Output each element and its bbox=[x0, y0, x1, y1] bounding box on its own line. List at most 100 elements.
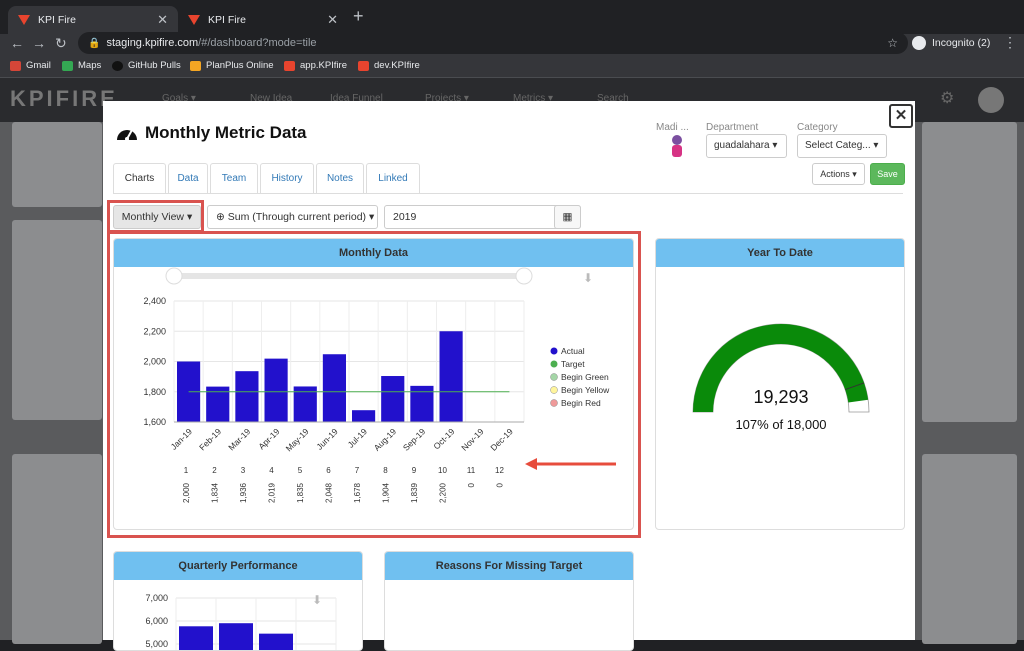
department-label: Department bbox=[706, 122, 759, 133]
planplus-icon bbox=[190, 60, 201, 71]
tab-data[interactable]: Data bbox=[168, 163, 208, 193]
avatar[interactable] bbox=[978, 87, 1004, 113]
kpifire-logo: KPIFIRE bbox=[10, 86, 118, 111]
year-value: 2019 bbox=[393, 211, 417, 223]
bookmark-label: GitHub Pulls bbox=[128, 60, 181, 71]
close-icon[interactable]: ✕ bbox=[889, 104, 913, 128]
caret-down-icon: ▾ bbox=[852, 169, 857, 179]
maps-icon bbox=[62, 60, 73, 71]
aggregation-value: Sum (Through current period) bbox=[227, 211, 367, 223]
incognito-icon bbox=[912, 36, 926, 50]
bookmark-label: PlanPlus Online bbox=[206, 60, 274, 71]
ytd-value: 19,293 bbox=[753, 387, 809, 407]
lock-icon: 🔒 bbox=[88, 37, 101, 49]
highlight-box bbox=[107, 200, 204, 233]
y-tick-label: 6,000 bbox=[145, 616, 168, 626]
kpifire-favicon-icon bbox=[18, 15, 30, 25]
arrow-annotation-icon bbox=[525, 458, 616, 470]
ytd-subtitle: 107% of 18,000 bbox=[735, 417, 827, 432]
category-value: Select Categ... bbox=[805, 140, 871, 151]
bookmark-label: Gmail bbox=[26, 60, 51, 71]
actions-label: Actions bbox=[820, 169, 850, 179]
back-icon[interactable]: ← bbox=[10, 34, 24, 52]
kpifire-favicon-icon bbox=[358, 60, 369, 71]
category-label: Category bbox=[797, 122, 838, 133]
bookmark-planplus[interactable]: PlanPlus Online bbox=[190, 60, 274, 71]
aggregation-select[interactable]: ⊕ Sum (Through current period) ▾ bbox=[207, 205, 378, 229]
github-icon bbox=[112, 60, 123, 71]
profile-button[interactable]: Incognito (2) bbox=[912, 34, 990, 52]
highlight-box bbox=[107, 231, 641, 538]
bg-card bbox=[12, 454, 102, 644]
bookmark-label: dev.KPIfire bbox=[374, 60, 420, 71]
save-button[interactable]: Save bbox=[870, 163, 905, 185]
forward-icon[interactable]: → bbox=[32, 34, 46, 52]
y-tick-label: 5,000 bbox=[145, 639, 168, 649]
close-tab-icon[interactable]: ✕ bbox=[157, 12, 168, 28]
bookmark-star-icon[interactable]: ☆ bbox=[887, 36, 898, 50]
profile-label: Incognito (2) bbox=[932, 37, 991, 49]
department-select[interactable]: guadalahara ▾ bbox=[706, 134, 787, 158]
quarterly-chart: 7,000 6,000 5,000 ⬇ bbox=[145, 593, 337, 650]
category-select[interactable]: Select Categ... ▾ bbox=[797, 134, 887, 158]
calendar-icon[interactable]: ▦ bbox=[554, 205, 581, 229]
user-avatar-icon[interactable] bbox=[668, 134, 686, 158]
owner-label: Madi ... bbox=[656, 122, 689, 133]
ytd-panel: Year To Date 19,293 107% of 18,000 bbox=[655, 238, 905, 530]
bg-card bbox=[12, 220, 102, 420]
new-tab-icon[interactable]: + bbox=[353, 6, 364, 27]
caret-down-icon: ▾ bbox=[772, 140, 778, 151]
bookmark-label: app.KPIfire bbox=[300, 60, 347, 71]
browser-toolbar: ← → ↻ 🔒 staging.kpifire.com/#/dashboard?… bbox=[0, 32, 1024, 56]
dashboard-gauge-icon bbox=[117, 129, 137, 141]
year-input[interactable]: 2019 bbox=[384, 205, 581, 229]
browser-tab-active[interactable]: KPI Fire ✕ bbox=[8, 6, 178, 34]
tab-charts[interactable]: Charts bbox=[113, 163, 166, 193]
modal-title: Monthly Metric Data bbox=[115, 123, 307, 143]
url-path: /#/dashboard?mode=tile bbox=[198, 37, 317, 49]
address-bar[interactable]: 🔒 staging.kpifire.com/#/dashboard?mode=t… bbox=[78, 32, 908, 54]
ytd-title: Year To Date bbox=[656, 239, 904, 267]
bg-card bbox=[922, 122, 1017, 422]
bookmark-gmail[interactable]: Gmail bbox=[10, 60, 51, 71]
close-tab-icon[interactable]: ✕ bbox=[327, 12, 338, 28]
gear-icon[interactable]: ⚙ bbox=[940, 88, 954, 108]
browser-tabstrip: KPI Fire ✕ KPI Fire ✕ + bbox=[0, 0, 1024, 34]
tab-notes[interactable]: Notes bbox=[316, 163, 364, 193]
browser-menu-icon[interactable]: ⋮ bbox=[1003, 34, 1017, 51]
modal-title-text: Monthly Metric Data bbox=[145, 123, 307, 142]
actions-button[interactable]: Actions ▾ bbox=[812, 163, 865, 185]
bookmark-maps[interactable]: Maps bbox=[62, 60, 101, 71]
gmail-icon bbox=[10, 60, 21, 71]
tab-linked[interactable]: Linked bbox=[366, 163, 420, 193]
quarterly-panel: Quarterly Performance 7,000 6,000 5,000 ⬇ bbox=[113, 551, 363, 651]
browser-tab[interactable]: KPI Fire ✕ bbox=[178, 6, 348, 34]
bar-quarterly bbox=[259, 633, 293, 650]
plus-circle-icon: ⊕ bbox=[216, 211, 225, 223]
kpifire-favicon-icon bbox=[284, 60, 295, 71]
reasons-title: Reasons For Missing Target bbox=[385, 552, 633, 580]
bookmark-label: Maps bbox=[78, 60, 102, 71]
kpifire-favicon-icon bbox=[188, 15, 200, 25]
browser-tab-title: KPI Fire bbox=[38, 14, 76, 26]
bg-card bbox=[922, 454, 1017, 644]
tab-history[interactable]: History bbox=[260, 163, 314, 193]
download-icon: ⬇ bbox=[312, 593, 322, 607]
bar-quarterly bbox=[179, 626, 213, 650]
caret-down-icon: ▾ bbox=[873, 140, 879, 151]
reasons-panel: Reasons For Missing Target bbox=[384, 551, 634, 651]
bookmark-github[interactable]: GitHub Pulls bbox=[112, 60, 181, 71]
department-value: guadalahara bbox=[714, 140, 770, 151]
bar-quarterly bbox=[219, 623, 253, 650]
caret-down-icon: ▾ bbox=[368, 211, 375, 223]
bookmarks-bar: Gmail Maps GitHub Pulls PlanPlus Online … bbox=[0, 56, 1024, 78]
tab-divider bbox=[113, 193, 903, 194]
tab-team[interactable]: Team bbox=[210, 163, 258, 193]
bookmark-dev-kpifire[interactable]: dev.KPIfire bbox=[358, 60, 420, 71]
bookmark-app-kpifire[interactable]: app.KPIfire bbox=[284, 60, 347, 71]
bg-card bbox=[12, 122, 102, 207]
metric-modal: ✕ Monthly Metric Data Madi ... Departmen… bbox=[103, 101, 915, 651]
reload-icon[interactable]: ↻ bbox=[55, 34, 67, 52]
url-host: staging.kpifire.com bbox=[106, 37, 199, 49]
browser-tab-title: KPI Fire bbox=[208, 14, 246, 26]
